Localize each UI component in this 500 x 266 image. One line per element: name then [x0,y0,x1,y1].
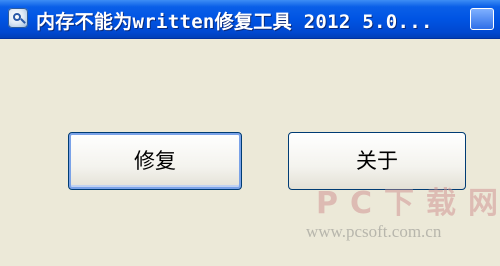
window-title: 内存不能为written修复工具 2012 5.0... [36,11,433,33]
window-control-button[interactable] [470,8,494,30]
watermark: PC下载网 www.pcsoft.com.cn [300,178,500,266]
watermark-main-text: PC下载网 [316,186,500,221]
repair-button[interactable]: 修复 [68,132,242,190]
app-icon[interactable] [8,8,28,28]
watermark-url: www.pcsoft.com.cn [306,222,442,241]
title-bar[interactable]: 内存不能为written修复工具 2012 5.0... [0,0,500,39]
